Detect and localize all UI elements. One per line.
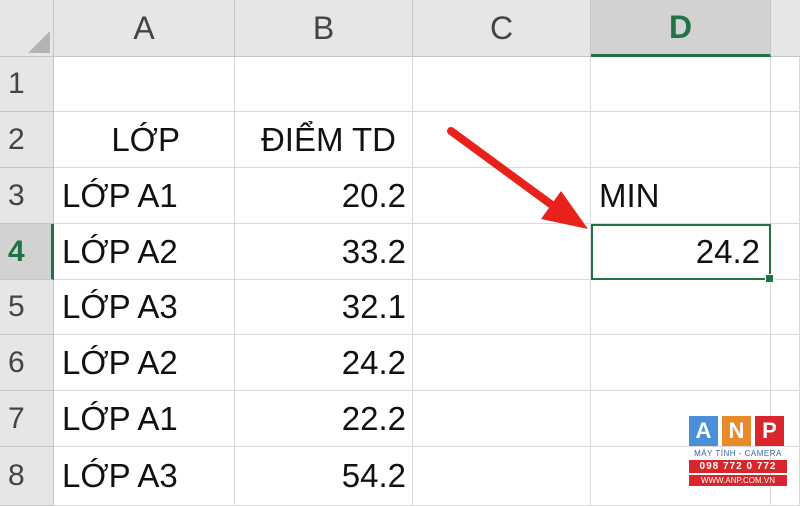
cell-a1[interactable] xyxy=(54,57,235,112)
row-header-6[interactable]: 6 xyxy=(0,335,54,391)
cell-d1[interactable] xyxy=(591,57,771,112)
anp-watermark-logo: A N P MÁY TÍNH - CAMERA 098 772 0 772 WW… xyxy=(689,416,787,492)
logo-website: WWW.ANP.COM.VN xyxy=(689,475,787,486)
cell-c4[interactable] xyxy=(413,224,591,280)
cell-d5[interactable] xyxy=(591,280,771,335)
cell-b2[interactable]: ĐIỂM TD xyxy=(235,112,413,168)
cell-b8[interactable]: 54.2 xyxy=(235,447,413,506)
spreadsheet-grid: A B C D 1 2 3 4 5 6 7 8 LỚP ĐIỂM TD LỚP … xyxy=(0,0,800,506)
row-header-5[interactable]: 5 xyxy=(0,280,54,335)
cell-e4[interactable] xyxy=(771,224,800,280)
column-header-d[interactable]: D xyxy=(591,0,771,57)
logo-letters: A N P xyxy=(689,416,787,446)
column-header-b[interactable]: B xyxy=(235,0,413,57)
row-header-1[interactable]: 1 xyxy=(0,57,54,112)
column-header-a[interactable]: A xyxy=(54,0,235,57)
logo-letter-n: N xyxy=(722,416,751,446)
cell-a7[interactable]: LỚP A1 xyxy=(54,391,235,447)
row-header-2[interactable]: 2 xyxy=(0,112,54,168)
cell-a3[interactable]: LỚP A1 xyxy=(54,168,235,224)
cell-c3[interactable] xyxy=(413,168,591,224)
cell-e3[interactable] xyxy=(771,168,800,224)
cell-b1[interactable] xyxy=(235,57,413,112)
cell-b5[interactable]: 32.1 xyxy=(235,280,413,335)
logo-tagline: MÁY TÍNH - CAMERA xyxy=(694,449,782,458)
cell-c5[interactable] xyxy=(413,280,591,335)
cell-a4[interactable]: LỚP A2 xyxy=(54,224,235,280)
cell-e1[interactable] xyxy=(771,57,800,112)
row-header-4[interactable]: 4 xyxy=(0,224,54,280)
cell-c2[interactable] xyxy=(413,112,591,168)
row-header-8[interactable]: 8 xyxy=(0,447,54,506)
cell-d3[interactable]: MIN xyxy=(591,168,771,224)
select-all-triangle-icon xyxy=(28,31,50,53)
cell-b3[interactable]: 20.2 xyxy=(235,168,413,224)
cell-e5[interactable] xyxy=(771,280,800,335)
fill-handle[interactable] xyxy=(765,274,774,283)
cell-b7[interactable]: 22.2 xyxy=(235,391,413,447)
select-all-corner[interactable] xyxy=(0,0,54,57)
cell-c6[interactable] xyxy=(413,335,591,391)
logo-letter-a: A xyxy=(689,416,718,446)
column-header-e[interactable] xyxy=(771,0,800,57)
cell-c1[interactable] xyxy=(413,57,591,112)
cell-a2[interactable]: LỚP xyxy=(54,112,235,168)
cell-d6[interactable] xyxy=(591,335,771,391)
logo-letter-p: P xyxy=(755,416,784,446)
cell-a6[interactable]: LỚP A2 xyxy=(54,335,235,391)
column-header-c[interactable]: C xyxy=(413,0,591,57)
row-header-3[interactable]: 3 xyxy=(0,168,54,224)
cell-d4-selected[interactable]: 24.2 xyxy=(591,224,771,280)
row-header-7[interactable]: 7 xyxy=(0,391,54,447)
logo-phone: 098 772 0 772 xyxy=(689,460,787,473)
cell-a5[interactable]: LỚP A3 xyxy=(54,280,235,335)
cell-b4[interactable]: 33.2 xyxy=(235,224,413,280)
cell-d2[interactable] xyxy=(591,112,771,168)
cell-c8[interactable] xyxy=(413,447,591,506)
cell-b6[interactable]: 24.2 xyxy=(235,335,413,391)
cell-a8[interactable]: LỚP A3 xyxy=(54,447,235,506)
cell-c7[interactable] xyxy=(413,391,591,447)
cell-e2[interactable] xyxy=(771,112,800,168)
cell-e6[interactable] xyxy=(771,335,800,391)
